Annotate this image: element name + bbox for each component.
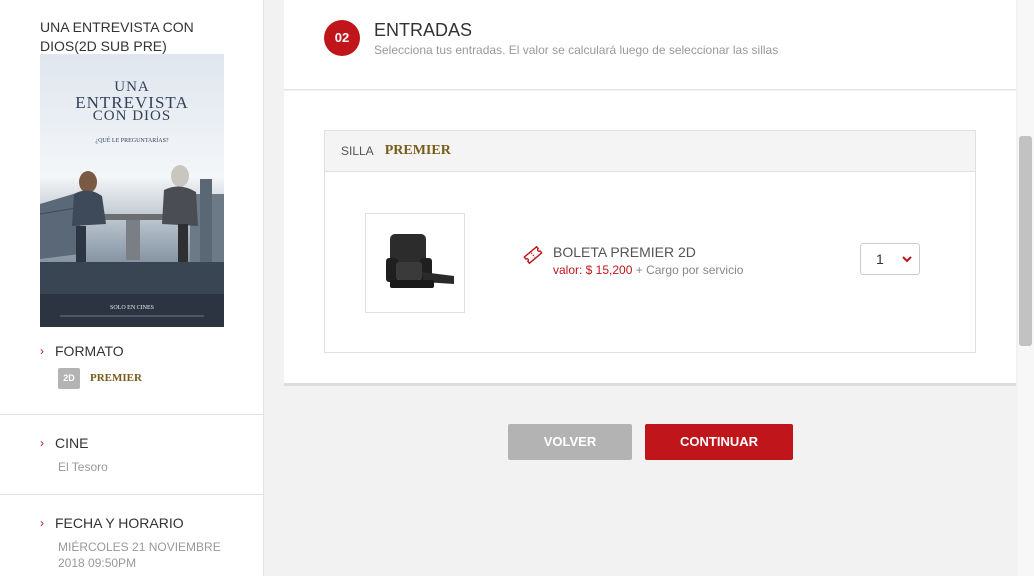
divider [0, 494, 264, 495]
recliner-chair-icon [386, 234, 454, 288]
divider [0, 414, 264, 415]
ticket-price-value: valor: $ 15,200 [553, 263, 633, 277]
quantity-select[interactable]: 1 [860, 243, 920, 275]
ticket-icon [523, 245, 543, 265]
step-subtitle: Selecciona tus entradas. El valor se cal… [374, 43, 779, 57]
quantity-value: 1 [876, 251, 884, 267]
format-2d-badge: 2D [58, 368, 80, 389]
poster-title-line: CON DIOS [92, 108, 172, 124]
seat-type: PREMIER [384, 143, 451, 158]
fecha-heading[interactable]: › FECHA Y HORARIO [40, 515, 184, 531]
chevron-right-icon: › [40, 436, 44, 450]
movie-poster: UNA ENTREVISTA CON DIOS ¿QUÉ LE PREGUNTA… [40, 54, 224, 327]
ticket-name: BOLETA PREMIER 2D [553, 244, 696, 260]
step-header: 02 ENTRADAS Selecciona tus entradas. El … [284, 0, 1016, 90]
seat-box: SILLA PREMIER BOLETA PREMIER 2D valor: $… [324, 130, 976, 353]
seat-header: SILLA PREMIER [325, 131, 975, 172]
seat-thumbnail [365, 213, 465, 313]
chevron-right-icon: › [40, 516, 44, 530]
continue-button[interactable]: CONTINUAR [645, 424, 793, 460]
step-number: 02 [324, 20, 360, 56]
fecha-value: MIÉRCOLES 21 NOVIEMBRE 2018 09:50PM [58, 540, 221, 570]
poster-tagline: ¿QUÉ LE PREGUNTARÍAS? [95, 138, 169, 144]
ticket-price-suffix: + Cargo por servicio [632, 263, 744, 277]
ticket-price: valor: $ 15,200 + Cargo por servicio [553, 263, 743, 277]
chevron-down-icon [902, 256, 912, 263]
poster-footer: SOLO EN CINES [109, 305, 154, 311]
format-premier-label: PREMIER [90, 372, 142, 384]
step-title: ENTRADAS [374, 20, 473, 40]
back-button[interactable]: VOLVER [508, 424, 632, 460]
seat-label: SILLA [341, 144, 374, 158]
cine-label: CINE [55, 435, 89, 451]
tickets-panel: SILLA PREMIER BOLETA PREMIER 2D valor: $… [284, 91, 1016, 386]
fecha-label: FECHA Y HORARIO [55, 515, 184, 531]
sidebar: UNA ENTREVISTA CON DIOS(2D SUB PRE) UNA … [0, 0, 264, 576]
cine-value: El Tesoro [58, 460, 108, 474]
formato-label: FORMATO [55, 343, 124, 359]
chevron-right-icon: › [40, 344, 44, 358]
scrollbar-thumb[interactable] [1019, 136, 1032, 346]
formato-heading[interactable]: › FORMATO [40, 343, 124, 359]
movie-title: UNA ENTREVISTA CON DIOS(2D SUB PRE) [40, 19, 194, 54]
cine-heading[interactable]: › CINE [40, 435, 88, 451]
